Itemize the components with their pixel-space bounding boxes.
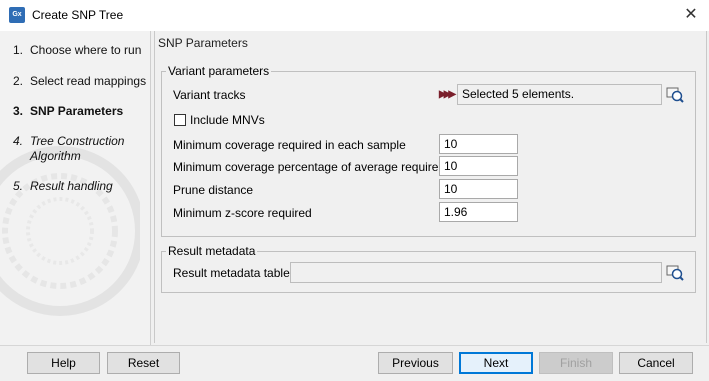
- variant-track-icon: ▶▶▶: [439, 89, 456, 100]
- browse-variant-tracks-icon[interactable]: [666, 86, 684, 104]
- sidebar-step-tree-construction: 4. Tree Construction Algorithm: [13, 134, 125, 163]
- wizard-steps-sidebar: 1. Choose where to run 2. Select read mapp…: [0, 31, 151, 345]
- result-metadata-table-label: Result metadata table: [173, 266, 290, 280]
- result-metadata-table-field: [290, 262, 662, 283]
- help-button[interactable]: Help: [27, 352, 100, 374]
- sidebar-step-snp-parameters: 3. SNP Parameters: [13, 104, 124, 118]
- min-coverage-label: Minimum coverage required in each sample: [173, 138, 406, 152]
- min-zscore-input[interactable]: 1.96: [439, 202, 518, 222]
- close-icon[interactable]: ✕: [679, 3, 703, 27]
- app-logo-icon: Gx: [9, 7, 25, 23]
- section-title: SNP Parameters: [158, 36, 248, 50]
- sidebar-step-choose-where-to-run: 1. Choose where to run: [13, 43, 142, 57]
- finish-button: Finish: [539, 352, 613, 374]
- previous-button[interactable]: Previous: [378, 352, 453, 374]
- window-title: Create SNP Tree: [32, 8, 124, 22]
- include-mnvs-checkbox[interactable]: [174, 114, 186, 126]
- variant-tracks-field: Selected 5 elements.: [457, 84, 662, 105]
- min-coverage-pct-input[interactable]: 10: [439, 156, 518, 176]
- prune-distance-input[interactable]: 10: [439, 179, 518, 199]
- variant-tracks-label: Variant tracks: [173, 88, 246, 102]
- sidebar-step-result-handling: 5. Result handling: [13, 179, 113, 193]
- min-coverage-pct-label: Minimum coverage percentage of average r…: [173, 160, 446, 174]
- min-coverage-input[interactable]: 10: [439, 134, 518, 154]
- variant-parameters-legend: Variant parameters: [166, 64, 272, 78]
- sidebar-step-select-read-mappings: 2. Select read mappings: [13, 74, 147, 88]
- cancel-button[interactable]: Cancel: [619, 352, 693, 374]
- title-bar: Gx Create SNP Tree ✕: [0, 0, 709, 32]
- include-mnvs-label: Include MNVs: [190, 113, 265, 127]
- prune-distance-label: Prune distance: [173, 183, 254, 197]
- browse-metadata-table-icon[interactable]: [666, 264, 684, 282]
- reset-button[interactable]: Reset: [107, 352, 180, 374]
- min-zscore-label: Minimum z-score required: [173, 206, 312, 220]
- next-button[interactable]: Next: [459, 352, 533, 374]
- result-metadata-legend: Result metadata: [166, 244, 258, 258]
